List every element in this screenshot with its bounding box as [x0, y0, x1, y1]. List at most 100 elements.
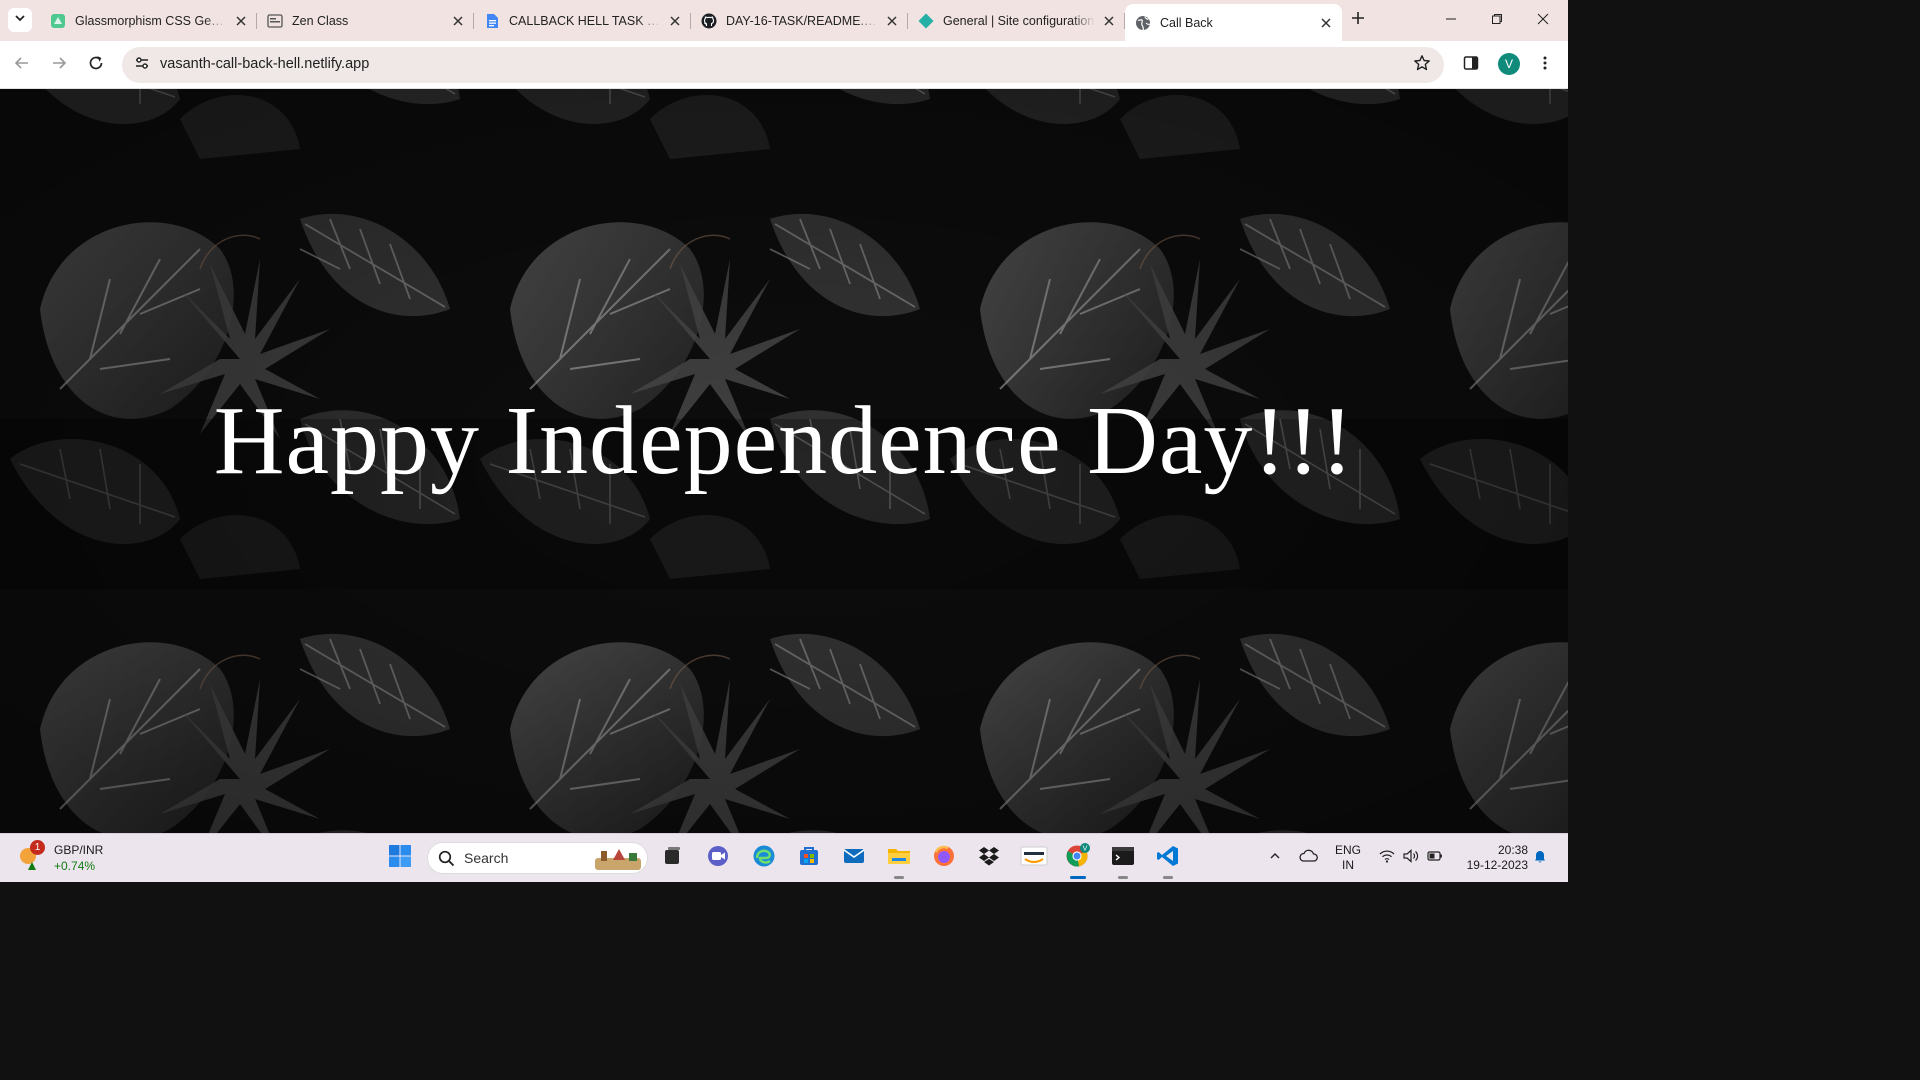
url-text[interactable]: vasanth-call-back-hell.netlify.app	[160, 56, 369, 72]
running-indicator	[1163, 876, 1173, 879]
side-panel-button[interactable]	[1458, 52, 1484, 78]
tab-title: Glassmorphism CSS Generator	[75, 13, 227, 28]
google-docs-favicon-icon	[484, 13, 500, 29]
close-icon	[1537, 12, 1549, 30]
tune-icon	[134, 55, 150, 76]
clock-date: 19-12-2023	[1466, 858, 1528, 872]
forward-button[interactable]	[46, 52, 72, 78]
glassmorphism-favicon-icon	[50, 13, 66, 29]
taskbar-store[interactable]	[793, 842, 825, 874]
profile-avatar[interactable]: V	[1498, 53, 1520, 75]
dropbox-icon	[977, 844, 1001, 873]
netlify-favicon-icon	[918, 13, 934, 29]
battery-icon	[1427, 849, 1443, 867]
tab-list: Glassmorphism CSS Generator Zen Class CA…	[40, 0, 1342, 41]
active-indicator	[1070, 876, 1086, 879]
taskbar-amazon[interactable]	[1018, 842, 1050, 874]
tab-glassmorphism[interactable]: Glassmorphism CSS Generator	[40, 4, 257, 37]
close-tab-icon[interactable]	[1318, 15, 1334, 31]
search-highlight-icon	[593, 846, 643, 877]
more-vertical-icon	[1537, 55, 1553, 76]
page-headline: Happy Independence Day!!!	[213, 387, 1355, 495]
taskbar-meet-app[interactable]	[702, 842, 734, 874]
search-label: Search	[464, 850, 509, 866]
site-info-button[interactable]	[130, 53, 154, 77]
github-favicon-icon	[701, 13, 717, 29]
bookmark-button[interactable]	[1412, 54, 1432, 75]
tab-title: DAY-16-TASK/README.md	[726, 13, 878, 28]
taskbar-firefox[interactable]	[928, 842, 960, 874]
language-indicator[interactable]: ENG IN	[1330, 843, 1366, 873]
notifications-button[interactable]	[1526, 842, 1554, 874]
trend-up-icon: 1	[16, 840, 45, 876]
taskbar-terminal[interactable]	[1107, 842, 1139, 874]
running-indicator	[1118, 876, 1128, 879]
tab-search-button[interactable]	[8, 8, 32, 32]
tab-callback-hell-doc[interactable]: CALLBACK HELL TASK - Google Docs	[474, 4, 691, 37]
taskbar-edge[interactable]	[748, 842, 780, 874]
reload-button[interactable]	[83, 52, 109, 78]
close-tab-icon[interactable]	[233, 13, 249, 29]
new-tab-button[interactable]	[1346, 8, 1370, 32]
menu-button[interactable]	[1532, 52, 1558, 78]
close-tab-icon[interactable]	[667, 13, 683, 29]
tab-title: Zen Class	[292, 13, 349, 28]
browser-toolbar: vasanth-call-back-hell.netlify.app V	[0, 41, 1568, 89]
arrow-left-icon	[14, 55, 30, 76]
tab-title: General | Site configuration	[943, 13, 1095, 28]
currency-pair: GBP/INR	[54, 843, 104, 857]
page-viewport: Happy Independence Day!!!	[0, 89, 1568, 833]
terminal-icon	[1111, 845, 1135, 872]
task-view-icon	[661, 845, 683, 872]
plus-icon	[1351, 11, 1365, 30]
close-tab-icon[interactable]	[884, 13, 900, 29]
mail-icon	[842, 844, 866, 873]
zen-class-favicon-icon	[267, 13, 283, 29]
restore-button[interactable]	[1474, 0, 1520, 41]
tab-zen-class[interactable]: Zen Class	[257, 4, 474, 37]
clock-time: 20:38	[1497, 843, 1528, 857]
start-button[interactable]	[384, 842, 416, 874]
minimize-icon	[1445, 12, 1457, 30]
tab-strip: Glassmorphism CSS Generator Zen Class CA…	[0, 0, 1568, 41]
reload-icon	[88, 55, 104, 76]
currency-widget[interactable]: 1 GBP/INR +0.74%	[16, 840, 103, 876]
close-window-button[interactable]	[1520, 0, 1566, 41]
amazon-icon	[1020, 844, 1048, 873]
address-bar[interactable]: vasanth-call-back-hell.netlify.app	[122, 47, 1444, 83]
tab-title: Call Back	[1160, 15, 1213, 30]
onedrive-button[interactable]	[1293, 842, 1323, 874]
back-button[interactable]	[9, 52, 35, 78]
tab-call-back[interactable]: Call Back	[1125, 4, 1342, 41]
close-tab-icon[interactable]	[1101, 13, 1117, 29]
quick-settings-button[interactable]	[1372, 842, 1450, 874]
chevron-down-icon	[14, 11, 26, 29]
firefox-icon	[932, 844, 956, 873]
clock[interactable]: 20:38 19-12-2023	[1456, 843, 1528, 873]
language-code: ENG	[1334, 843, 1361, 857]
taskbar-file-explorer[interactable]	[883, 842, 915, 874]
show-hidden-icons-button[interactable]	[1260, 842, 1290, 874]
tab-netlify-config[interactable]: General | Site configuration	[908, 4, 1125, 37]
taskbar-vscode[interactable]	[1152, 842, 1184, 874]
globe-favicon-icon	[1135, 15, 1151, 31]
taskbar-chrome[interactable]: V	[1062, 842, 1094, 874]
taskbar-search[interactable]: Search	[427, 842, 648, 874]
tab-github-readme[interactable]: DAY-16-TASK/README.md	[691, 4, 908, 37]
notification-badge: 1	[30, 840, 45, 855]
cloud-icon	[1298, 849, 1318, 868]
svg-text:V: V	[1083, 845, 1088, 852]
minimize-button[interactable]	[1428, 0, 1474, 41]
edge-icon	[752, 844, 776, 873]
currency-change: +0.74%	[54, 859, 96, 873]
bell-icon	[1532, 848, 1548, 869]
taskbar-mail[interactable]	[838, 842, 870, 874]
chevron-up-icon	[1269, 849, 1281, 867]
wifi-icon	[1379, 849, 1395, 868]
taskbar-dropbox[interactable]	[973, 842, 1005, 874]
close-tab-icon[interactable]	[450, 13, 466, 29]
task-view-button[interactable]	[656, 842, 688, 874]
store-icon	[797, 844, 821, 873]
windows-taskbar: 1 GBP/INR +0.74% Search V ENG IN 20:38 1…	[0, 833, 1568, 882]
chrome-icon: V	[1065, 842, 1091, 874]
